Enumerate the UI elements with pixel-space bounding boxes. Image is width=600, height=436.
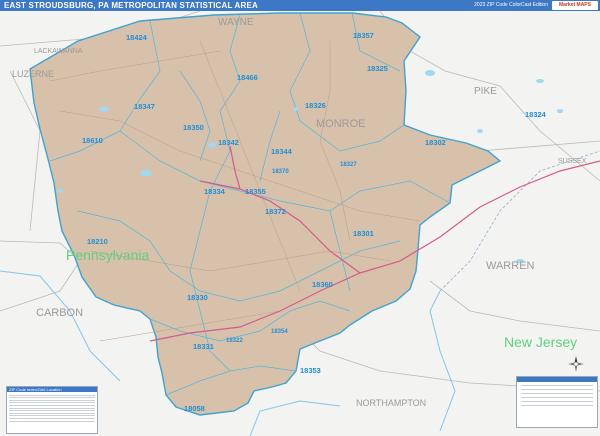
- zip-label: 18424: [126, 33, 148, 42]
- zip-label: 18354: [271, 329, 288, 335]
- zip-label: 18301: [353, 229, 374, 238]
- zip-label: 18347: [134, 102, 155, 111]
- county-label-warren: WARREN: [486, 260, 535, 272]
- edition-label: 2023 ZIP Code ColorCast Edition: [474, 2, 548, 8]
- zip-label: 18326: [305, 101, 326, 110]
- zip-label: 18322: [226, 338, 243, 344]
- state-label-new-jersey: New Jersey: [504, 334, 577, 350]
- county-label-pike: PIKE: [474, 86, 497, 97]
- zip-label: 18330: [187, 293, 208, 302]
- zip-label: 18360: [312, 280, 333, 289]
- zip-label: 18325: [367, 64, 388, 73]
- county-label-wayne: WAYNE: [218, 17, 254, 28]
- map-key: [516, 376, 598, 428]
- compass-rose-icon: [568, 356, 584, 372]
- zip-label: 18324: [525, 110, 547, 119]
- zip-label: 18331: [193, 342, 214, 351]
- zip-label: 18610: [82, 136, 103, 145]
- legend-rows: [7, 392, 97, 424]
- zip-label: 18342: [218, 138, 239, 147]
- metro-map: WAYNE LACKAWANNA LUZERNE PIKE MONROE SUS…: [0, 11, 600, 436]
- zip-label: 18372: [265, 207, 286, 216]
- map-title: EAST STROUDSBURG, PA METROPOLITAN STATIS…: [4, 1, 258, 10]
- zip-label: 18210: [87, 237, 108, 246]
- zip-label: 18334: [204, 187, 226, 196]
- title-bar: EAST STROUDSBURG, PA METROPOLITAN STATIS…: [0, 0, 600, 11]
- zip-label: 18302: [425, 138, 446, 147]
- market-maps-logo: Market MAPS: [552, 1, 598, 10]
- zip-label: 18357: [353, 31, 374, 40]
- county-label-northampton: NORTHAMPTON: [356, 398, 426, 408]
- map-frame: EAST STROUDSBURG, PA METROPOLITAN STATIS…: [0, 0, 600, 436]
- county-label-sussex: SUSSEX: [558, 158, 587, 165]
- zip-label: 18353: [300, 366, 321, 375]
- zip-label: 18058: [184, 404, 205, 413]
- county-label-monroe: MONROE: [316, 118, 366, 130]
- county-label-luzerne: LUZERNE: [12, 69, 54, 79]
- county-label-carbon: CARBON: [36, 307, 83, 319]
- zip-label: 18355: [245, 187, 266, 196]
- zip-index-legend: ZIP Code Index/Grid Location: [6, 386, 98, 434]
- state-label-pennsylvania: Pennsylvania: [66, 247, 149, 263]
- zip-label: 18370: [272, 169, 289, 175]
- zip-label: 18327: [340, 162, 357, 168]
- zip-label: 18344: [271, 147, 293, 156]
- zip-label: 18350: [183, 123, 204, 132]
- county-label-lackawanna: LACKAWANNA: [34, 48, 83, 55]
- zip-label: 18466: [237, 73, 258, 82]
